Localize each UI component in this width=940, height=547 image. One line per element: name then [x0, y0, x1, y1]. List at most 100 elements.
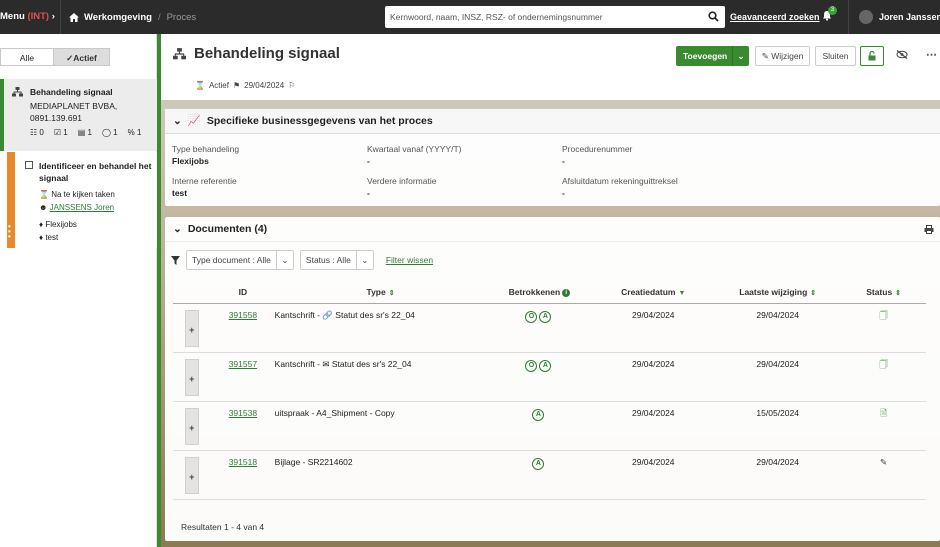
cell-expand: + — [173, 352, 212, 402]
document-id-link[interactable]: 391557 — [229, 359, 257, 369]
add-button[interactable]: Toevoegen ⌄ — [676, 46, 749, 66]
count-documents: 1 — [87, 128, 92, 137]
flag-icon: ⚑ — [232, 81, 241, 90]
documents-header[interactable]: ⌄ Documenten (4) — [165, 217, 940, 242]
cell-created: 29/04/2024 — [592, 450, 715, 500]
info-icon[interactable]: i — [562, 289, 571, 297]
expand-row-button[interactable]: + — [185, 358, 200, 396]
expand-row-button[interactable]: + — [185, 456, 200, 494]
tag-icon: ♦ — [39, 233, 44, 242]
expand-row-button[interactable]: + — [185, 407, 200, 445]
field-label: Afsluitdatum rekeninguittreksel — [562, 176, 678, 186]
home-icon — [69, 12, 79, 22]
count-processes: 0 — [39, 128, 44, 137]
col-persons-label: Betrokkenen — [508, 287, 561, 298]
col-type[interactable]: Type ⇕ — [274, 282, 487, 304]
field-value: Flexijobs — [172, 156, 209, 166]
process-company: MEDIAPLANET BVBA, — [30, 101, 118, 111]
document-id-link[interactable]: 391518 — [229, 457, 257, 467]
document-id-link[interactable]: 391538 — [229, 408, 257, 418]
col-id[interactable]: ID — [211, 282, 275, 304]
filter-active-button[interactable]: ✓Actief — [54, 48, 110, 66]
print-icon[interactable] — [924, 225, 934, 234]
person-badge[interactable]: O — [525, 359, 538, 372]
breadcrumb-home[interactable]: Werkomgeving — [69, 12, 152, 23]
chevron-down-icon[interactable]: ⌄ — [732, 46, 749, 66]
process-title: Behandeling signaal — [30, 87, 113, 97]
close-button[interactable]: Sluiten — [815, 46, 856, 66]
chart-icon: 📈 — [187, 114, 201, 127]
field-label: Interne referentie — [172, 176, 237, 186]
advanced-search-link[interactable]: Geavanceerd zoeken — [730, 12, 820, 22]
person-badge[interactable]: A — [539, 359, 552, 372]
unlock-button[interactable] — [860, 46, 884, 66]
document-filters: Type document : Alle ⌄ Status : Alle ⌄ F… — [171, 250, 433, 270]
menu-button[interactable]: Menu (INT) › — [0, 11, 55, 22]
filter-active-label: Actief — [73, 53, 97, 63]
search-icon[interactable] — [708, 11, 719, 22]
more-options-icon[interactable]: ⋯ — [926, 48, 937, 61]
main-content: Behandeling signaal ⌛ Actief ⚑ 29/04/202… — [157, 34, 940, 547]
search-input[interactable]: Kernwoord, naam, INSZ, RSZ- of ondernemi… — [385, 6, 725, 28]
document-status-icon: 🗍 — [879, 358, 888, 369]
process-status: Actief — [208, 81, 229, 90]
results-count: Resultaten 1 - 4 van 4 — [181, 522, 265, 532]
col-status[interactable]: Status ⇕ — [841, 282, 926, 304]
notifications-button[interactable]: 3 — [822, 6, 837, 23]
status-filter: Alle ✓Actief — [0, 48, 110, 66]
person-badge[interactable]: A — [532, 457, 545, 470]
clear-filter-link[interactable]: Filter wissen — [386, 255, 433, 265]
cell-created: 29/04/2024 — [592, 352, 715, 402]
table-header-row: ID Type ⇕ Betrokkenen i Creatiedatum ▼ Laat… — [173, 282, 926, 304]
cell-status: ✎ — [841, 450, 926, 500]
task-card[interactable]: Identificeer en behandel het signaal ⌛ N… — [7, 152, 157, 248]
col-expand — [173, 282, 212, 304]
documents-panel: ⌄ Documenten (4) Type document : Alle ⌄ … — [165, 217, 940, 541]
user-icon: ☻ — [39, 203, 48, 212]
drag-handle-icon[interactable]: • • • — [8, 223, 13, 241]
col-modified[interactable]: Laatste wijziging ⇕ — [714, 282, 842, 304]
cell-persons: A — [486, 401, 593, 451]
edit-button[interactable]: ✎ Wijzigen — [755, 46, 810, 66]
cell-type: Kantschrift - 🔗 Statut des sr's 22_04 — [274, 303, 487, 353]
cell-status: 🗎 — [841, 401, 926, 451]
cell-expand: + — [173, 401, 212, 451]
eye-off-icon[interactable] — [896, 50, 908, 59]
field-procedurenummer: Procedurenummer - — [562, 144, 752, 166]
cell-created: 29/04/2024 — [592, 401, 715, 451]
status-select[interactable]: Status : Alle ⌄ — [299, 250, 374, 270]
task-assignee-link[interactable]: JANSSENS Joren — [50, 203, 114, 212]
task-tag-label: test — [45, 233, 59, 242]
col-created[interactable]: Creatiedatum ▼ — [592, 282, 715, 304]
type-document-select[interactable]: Type document : Alle ⌄ — [186, 250, 294, 270]
person-badge[interactable]: O — [525, 310, 538, 323]
task-tag: ♦ Flexijobs — [39, 219, 157, 230]
process-icon: ☷ — [30, 128, 38, 137]
task-status: ⌛ Na te kijken taken — [39, 189, 157, 200]
field-interne-referentie: Interne referentie test — [172, 176, 362, 198]
document-id-link[interactable]: 391558 — [229, 310, 257, 320]
cell-status: 🗍 — [841, 303, 926, 353]
business-data-header[interactable]: ⌄ 📈 Specifieke businessgegevens van het … — [165, 109, 940, 134]
plus-icon: + — [189, 422, 195, 433]
cell-id: 391557 — [211, 352, 275, 402]
expand-row-button[interactable]: + — [185, 309, 200, 347]
type-document-value: Type document : Alle — [192, 255, 271, 265]
person-badge[interactable]: A — [539, 310, 552, 323]
process-icon — [12, 87, 23, 97]
user-menu[interactable]: Joren Janssens — [848, 0, 940, 34]
process-count-item: ◯ 1 — [102, 128, 118, 137]
field-value: - — [562, 188, 565, 198]
cell-type: Bijlage - SR2214602 — [274, 450, 487, 500]
col-status-label: Status — [866, 287, 893, 298]
col-modified-label: Laatste wijziging — [739, 287, 808, 298]
env-label: (INT) — [27, 11, 50, 22]
process-card[interactable]: Behandeling signaal MEDIAPLANET BVBA, 08… — [0, 79, 157, 151]
comment-icon: ◯ — [101, 128, 111, 137]
field-kwartaal: Kwartaal vanaf (YYYY/T) - — [367, 144, 557, 166]
person-badge[interactable]: A — [532, 408, 545, 421]
cell-modified: 29/04/2024 — [714, 303, 842, 353]
table-row: + 391538 uitspraak - A4_Shipment - Copy … — [173, 401, 926, 451]
process-count-item: ☑ 1 — [54, 128, 68, 137]
filter-all-button[interactable]: Alle — [0, 48, 54, 66]
